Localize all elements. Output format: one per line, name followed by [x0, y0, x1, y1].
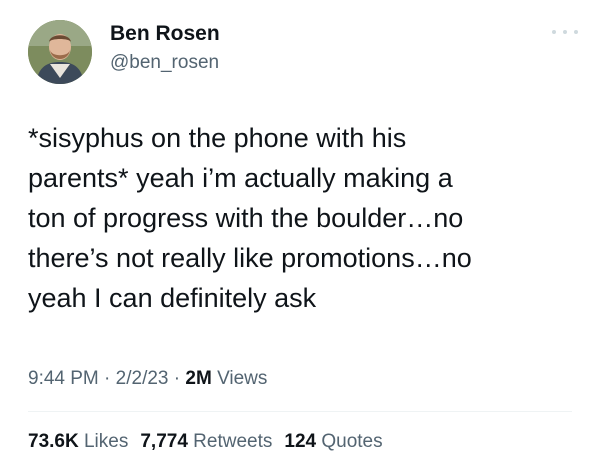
- tweet-card: Ben Rosen @ben_rosen *sisyphus on the ph…: [0, 0, 600, 475]
- retweets-stat[interactable]: 7,774 Retweets: [140, 431, 272, 453]
- tweet-time[interactable]: 9:44 PM: [28, 368, 99, 389]
- avatar-image: [28, 20, 92, 84]
- likes-stat[interactable]: 73.6K Likes: [28, 431, 128, 453]
- meta-separator: ·: [98, 368, 116, 389]
- more-dot: [574, 30, 578, 34]
- quotes-stat[interactable]: 124 Quotes: [284, 431, 382, 453]
- engagement-stats: 73.6K Likes 7,774 Retweets 124 Quotes: [28, 431, 395, 453]
- more-dot: [563, 30, 567, 34]
- quotes-count: 124: [284, 431, 317, 452]
- quotes-label: Quotes: [321, 431, 383, 452]
- likes-label: Likes: [83, 431, 129, 452]
- tweet-meta: 9:44 PM · 2/2/23 · 2M Views: [28, 368, 267, 390]
- meta-separator: ·: [168, 368, 186, 389]
- retweets-count: 7,774: [140, 431, 188, 452]
- likes-count: 73.6K: [28, 431, 79, 452]
- tweet-text: *sisyphus on the phone with his parents*…: [28, 123, 472, 313]
- author-handle[interactable]: @ben_rosen: [110, 52, 219, 74]
- author-name[interactable]: Ben Rosen: [110, 22, 220, 46]
- more-options-icon[interactable]: [552, 24, 578, 40]
- divider: [28, 411, 572, 412]
- views-label: Views: [217, 368, 268, 389]
- views-count: 2M: [185, 368, 212, 389]
- retweets-label: Retweets: [193, 431, 273, 452]
- tweet-date[interactable]: 2/2/23: [116, 368, 169, 389]
- more-dot: [552, 30, 556, 34]
- avatar[interactable]: [28, 20, 92, 84]
